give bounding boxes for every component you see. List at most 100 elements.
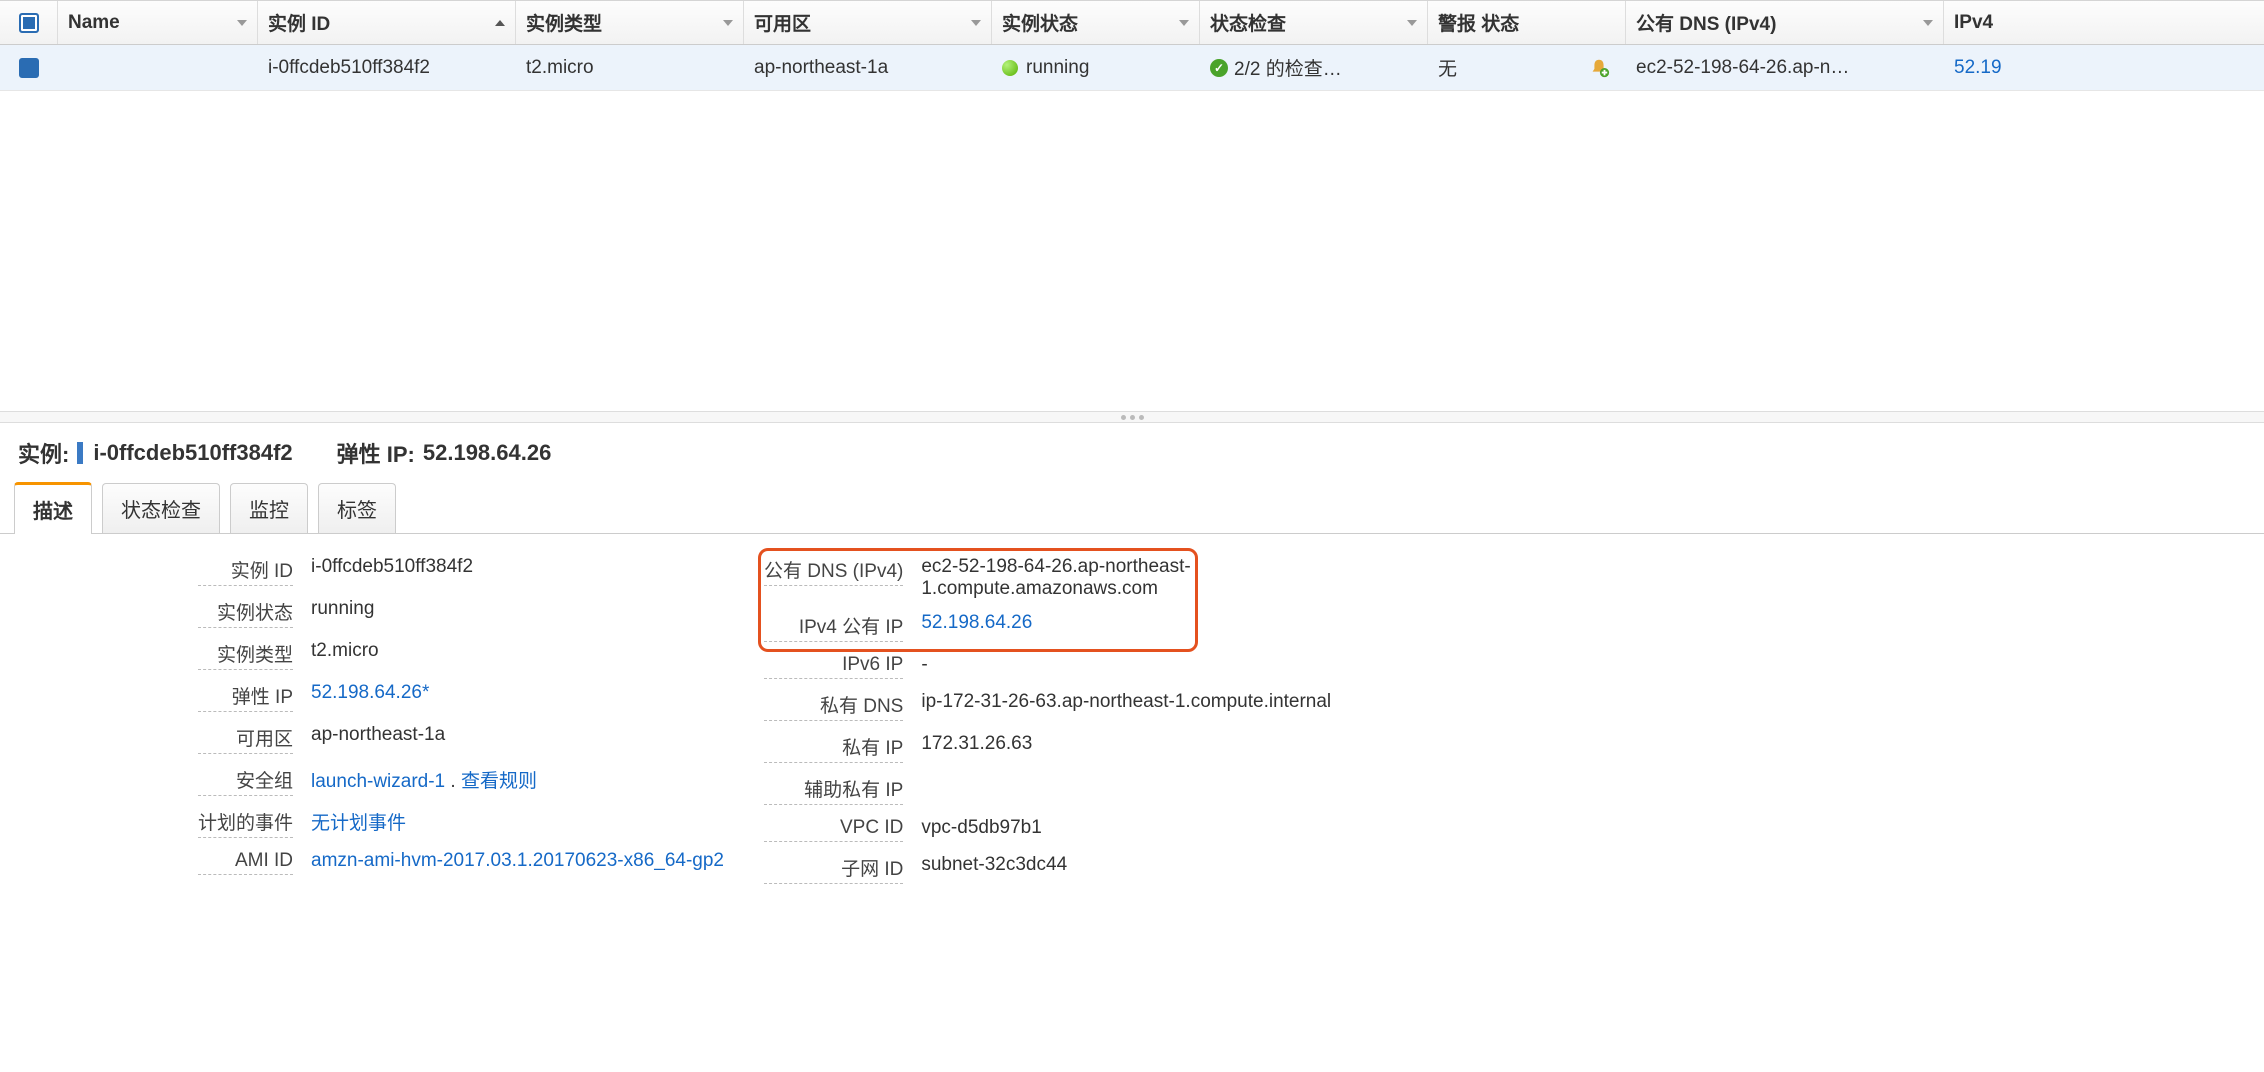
instances-table: Name 实例 ID 实例类型 可用区 实例状态 状态检查 警报 状态 公有 D…: [0, 0, 2264, 411]
bell-add-icon[interactable]: [1588, 57, 1610, 79]
private-dns-label: 私有 DNS: [764, 691, 903, 721]
sort-up-icon: [495, 20, 505, 26]
sort-icon: [1179, 20, 1189, 26]
checkmark-icon: ✓: [1210, 59, 1228, 77]
cell-public-dns-value: ec2-52-198-64-26.ap-n…: [1636, 57, 1849, 79]
tab-tags[interactable]: 标签: [318, 483, 396, 533]
subnet-id-value: subnet-32c3dc44: [921, 854, 1331, 884]
ipv6-label: IPv6 IP: [764, 654, 903, 679]
cell-instance-type: t2.micro: [516, 57, 744, 79]
elastic-ip-value[interactable]: 52.198.64.26*: [311, 682, 724, 712]
public-dns-label: 公有 DNS (IPv4): [764, 556, 903, 586]
cell-state-value: running: [1026, 57, 1089, 79]
col-status-check[interactable]: 状态检查: [1200, 1, 1428, 44]
instance-state-label: 实例状态: [198, 598, 293, 628]
cell-ipv4: 52.19: [1944, 57, 2024, 79]
elastic-ip-label: 弹性 IP: [198, 682, 293, 712]
cell-instance-type-value: t2.micro: [526, 57, 594, 79]
sort-icon: [1407, 20, 1417, 26]
cell-alarm-status: 无: [1428, 54, 1626, 81]
vpc-id-label: VPC ID: [764, 817, 903, 842]
instance-id-value: i-0ffcdeb510ff384f2: [311, 556, 724, 586]
cell-state: running: [992, 57, 1200, 79]
detail-instance-label: 实例:: [18, 437, 69, 469]
detail-instance-id: i-0ffcdeb510ff384f2: [93, 440, 292, 466]
tab-status-check[interactable]: 状态检查: [102, 483, 220, 533]
instance-state-value: running: [311, 598, 724, 628]
col-alarm-status-label: 警报 状态: [1438, 9, 1519, 36]
header-checkbox-cell[interactable]: [0, 1, 58, 44]
sg-link[interactable]: launch-wizard-1: [311, 771, 445, 792]
public-dns-value: ec2-52-198-64-26.ap-northeast-1.compute.…: [921, 556, 1221, 600]
table-row[interactable]: i-0ffcdeb510ff384f2 t2.micro ap-northeas…: [0, 45, 2264, 91]
col-public-dns[interactable]: 公有 DNS (IPv4): [1626, 1, 1944, 44]
instance-type-value: t2.micro: [311, 640, 724, 670]
secondary-private-ip-value: [921, 775, 1331, 805]
col-public-dns-label: 公有 DNS (IPv4): [1636, 9, 1776, 36]
instance-type-label: 实例类型: [198, 640, 293, 670]
col-state[interactable]: 实例状态: [992, 1, 1200, 44]
private-ip-value: 172.31.26.63: [921, 733, 1331, 763]
tab-status-check-label: 状态检查: [121, 500, 201, 522]
sg-separator: .: [450, 771, 455, 792]
private-dns-value: ip-172-31-26-63.ap-northeast-1.compute.i…: [921, 691, 1331, 721]
detail-elastic-ip: 52.198.64.26: [423, 440, 551, 466]
detail-header: 实例: i-0ffcdeb510ff384f2 弹性 IP: 52.198.64…: [0, 423, 2264, 481]
col-instance-type[interactable]: 实例类型: [516, 1, 744, 44]
subnet-id-label: 子网 ID: [764, 854, 903, 884]
cell-az-value: ap-northeast-1a: [754, 57, 888, 79]
panel-splitter[interactable]: [0, 411, 2264, 423]
col-name-label: Name: [68, 12, 120, 34]
cell-status-check-value: 2/2 的检查…: [1234, 54, 1342, 81]
col-state-label: 实例状态: [1002, 9, 1078, 36]
ami-id-label: AMI ID: [198, 850, 293, 875]
sg-view-rules-link[interactable]: 查看规则: [461, 771, 537, 792]
sort-icon: [971, 20, 981, 26]
sort-icon: [237, 20, 247, 26]
col-ipv4-label: IPv4: [1954, 12, 1993, 34]
cell-instance-id-value: i-0ffcdeb510ff384f2: [268, 57, 430, 79]
public-ip-value[interactable]: 52.198.64.26: [921, 612, 1331, 642]
col-name[interactable]: Name: [58, 1, 258, 44]
kv-right-wrap: 公有 DNS (IPv4) ec2-52-198-64-26.ap-northe…: [764, 556, 1351, 884]
tab-description-label: 描述: [33, 501, 73, 523]
col-az-label: 可用区: [754, 9, 811, 36]
detail-tabs: 描述 状态检查 监控 标签: [0, 481, 2264, 534]
secondary-private-ip-label: 辅助私有 IP: [764, 775, 903, 805]
cell-az: ap-northeast-1a: [744, 57, 992, 79]
cell-status-check: ✓ 2/2 的检查…: [1200, 54, 1428, 81]
private-ip-label: 私有 IP: [764, 733, 903, 763]
select-all-checkbox[interactable]: [19, 13, 39, 33]
col-alarm-status[interactable]: 警报 状态: [1428, 1, 1626, 44]
scheduled-events-label: 计划的事件: [198, 808, 293, 838]
cell-public-dns: ec2-52-198-64-26.ap-n…: [1626, 57, 1944, 79]
col-instance-type-label: 实例类型: [526, 9, 602, 36]
cell-instance-id: i-0ffcdeb510ff384f2: [258, 57, 516, 79]
tab-monitoring[interactable]: 监控: [230, 483, 308, 533]
tab-monitoring-label: 监控: [249, 500, 289, 522]
description-panel: 实例 ID i-0ffcdeb510ff384f2 实例状态 running 实…: [0, 534, 2264, 894]
row-checkbox-cell[interactable]: [0, 58, 58, 78]
ami-id-value[interactable]: amzn-ami-hvm-2017.03.1.20170623-x86_64-g…: [311, 850, 724, 875]
col-status-check-label: 状态检查: [1210, 9, 1286, 36]
detail-elastic-ip-label: 弹性 IP:: [337, 437, 415, 469]
kv-right-column: 公有 DNS (IPv4) ec2-52-198-64-26.ap-northe…: [764, 556, 1331, 884]
col-ipv4[interactable]: IPv4: [1944, 1, 2024, 44]
tab-description[interactable]: 描述: [14, 482, 92, 534]
row-checkbox[interactable]: [19, 58, 39, 78]
sg-label: 安全组: [198, 766, 293, 796]
kv-left-column: 实例 ID i-0ffcdeb510ff384f2 实例状态 running 实…: [198, 556, 724, 884]
az-value: ap-northeast-1a: [311, 724, 724, 754]
sort-icon: [723, 20, 733, 26]
state-running-icon: [1002, 60, 1018, 76]
az-label: 可用区: [198, 724, 293, 754]
scheduled-events-value[interactable]: 无计划事件: [311, 808, 724, 838]
public-ip-label: IPv4 公有 IP: [764, 612, 903, 642]
ipv6-value: -: [921, 654, 1331, 679]
col-az[interactable]: 可用区: [744, 1, 992, 44]
table-empty-area: [0, 91, 2264, 411]
col-instance-id[interactable]: 实例 ID: [258, 1, 516, 44]
sort-icon: [1923, 20, 1933, 26]
selection-bar-icon: [77, 442, 83, 464]
sg-value-cell: launch-wizard-1 . 查看规则: [311, 766, 724, 796]
